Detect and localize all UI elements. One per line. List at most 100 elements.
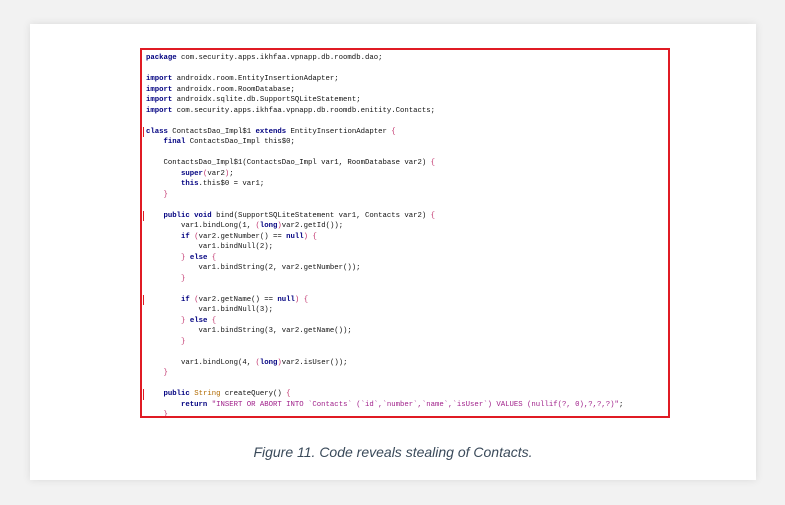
- code-line: public void bind(SupportSQLiteStatement …: [143, 210, 666, 221]
- code-line: import androidx.room.EntityInsertionAdap…: [146, 74, 666, 85]
- code-line: import com.security.apps.ikhfaa.vpnapp.d…: [146, 106, 666, 117]
- code-token: import: [146, 85, 173, 94]
- code-line: var1.bindLong(1, (long)var2.getId());: [146, 221, 666, 232]
- code-line: } else {: [146, 316, 666, 327]
- code-token: {: [430, 159, 436, 167]
- code-token: var1.bindString(3, var2.getName());: [146, 327, 352, 335]
- code-token: else: [189, 316, 208, 325]
- code-line: } else {: [146, 253, 666, 264]
- code-line: var1.bindLong(4, (long)var2.isUser());: [146, 358, 666, 369]
- code-line: }: [146, 368, 666, 379]
- code-token: long: [259, 358, 278, 367]
- code-token: }: [163, 369, 168, 377]
- code-token: .this$0 = var1;: [198, 180, 265, 188]
- code-token: return: [181, 400, 208, 409]
- code-token: import: [146, 75, 173, 83]
- code-token: this: [181, 180, 199, 188]
- code-token: {: [303, 295, 309, 304]
- code-token: null: [277, 295, 295, 304]
- code-token: var1.bindString(2, var2.getNumber());: [146, 264, 361, 272]
- code-line: ContactsDao_Impl$1(ContactsDao_Impl var1…: [146, 158, 666, 169]
- code-line: this.this$0 = var1;: [146, 179, 666, 190]
- code-token: }: [163, 190, 168, 199]
- code-line: var1.bindNull(2);: [146, 242, 666, 253]
- code-token: var2.getId());: [281, 222, 344, 230]
- code-token: }: [163, 411, 168, 418]
- figure-card: package com.security.apps.ikhfaa.vpnapp.…: [30, 24, 756, 480]
- code-token: var1.bindNull(3);: [146, 306, 273, 314]
- code-token: else: [189, 253, 208, 262]
- code-token: if: [181, 232, 190, 241]
- code-token: var2.getName() ==: [198, 295, 278, 304]
- code-line: import androidx.room.RoomDatabase;: [146, 85, 666, 96]
- code-token: "INSERT OR ABORT INTO `Contacts` (`id`,`…: [211, 400, 619, 409]
- code-marker: [143, 389, 144, 400]
- code-marker: [143, 294, 144, 305]
- code-token: extends: [255, 127, 287, 136]
- code-token: import: [146, 96, 173, 104]
- code-marker: [143, 126, 144, 137]
- code-token: long: [259, 222, 278, 230]
- code-token: {: [430, 211, 436, 220]
- code-token: {: [286, 390, 291, 398]
- code-line: return "INSERT OR ABORT INTO `Contacts` …: [146, 400, 666, 411]
- code-screenshot: package com.security.apps.ikhfaa.vpnapp.…: [140, 48, 670, 418]
- code-token: String: [194, 390, 221, 398]
- code-token: var1.bindNull(2);: [146, 243, 273, 251]
- code-token: bind(SupportSQLiteStatement var1, Contac…: [211, 211, 431, 220]
- code-token: androidx.sqlite.db.SupportSQLiteStatemen…: [172, 96, 361, 104]
- code-token: ContactsDao_Impl$1: [167, 127, 256, 136]
- code-token: {: [312, 232, 317, 241]
- code-marker: [143, 210, 144, 221]
- code-line: if (var2.getNumber() == null) {: [146, 232, 666, 243]
- code-token: public: [163, 390, 190, 398]
- code-token: var1.bindLong(1,: [146, 222, 256, 230]
- code-line: }: [146, 337, 666, 348]
- code-line: }: [146, 410, 666, 418]
- code-token: final: [163, 138, 186, 146]
- code-line: public String createQuery() {: [143, 389, 666, 400]
- code-token: super: [181, 169, 203, 178]
- code-line: final ContactsDao_Impl this$0;: [146, 137, 666, 148]
- code-token: var2: [207, 169, 225, 178]
- code-token: class: [146, 127, 168, 136]
- code-line: var1.bindString(2, var2.getNumber());: [146, 263, 666, 274]
- code-token: null: [286, 232, 304, 241]
- code-token: com.security.apps.ikhfaa.vpnapp.db.roomd…: [176, 54, 383, 62]
- code-token: }: [181, 337, 186, 346]
- code-line: var1.bindString(3, var2.getName());: [146, 326, 666, 337]
- code-token: public void: [163, 211, 212, 220]
- code-line: var1.bindNull(3);: [146, 305, 666, 316]
- code-line: }: [146, 190, 666, 201]
- code-token: EntityInsertionAdapter: [286, 127, 392, 136]
- figure-caption: Figure 11. Code reveals stealing of Cont…: [253, 444, 533, 460]
- code-line: import androidx.sqlite.db.SupportSQLiteS…: [146, 95, 666, 106]
- code-token: ContactsDao_Impl this$0;: [185, 138, 295, 146]
- code-line: super(var2);: [146, 169, 666, 180]
- code-token: {: [211, 253, 217, 262]
- code-line: if (var2.getName() == null) {: [143, 294, 666, 305]
- code-line: package com.security.apps.ikhfaa.vpnapp.…: [146, 53, 666, 64]
- code-token: ContactsDao_Impl$1(ContactsDao_Impl var1…: [146, 159, 431, 167]
- code-token: com.security.apps.ikhfaa.vpnapp.db.roomd…: [172, 106, 436, 115]
- code-line: class ContactsDao_Impl$1 extends EntityI…: [143, 126, 666, 137]
